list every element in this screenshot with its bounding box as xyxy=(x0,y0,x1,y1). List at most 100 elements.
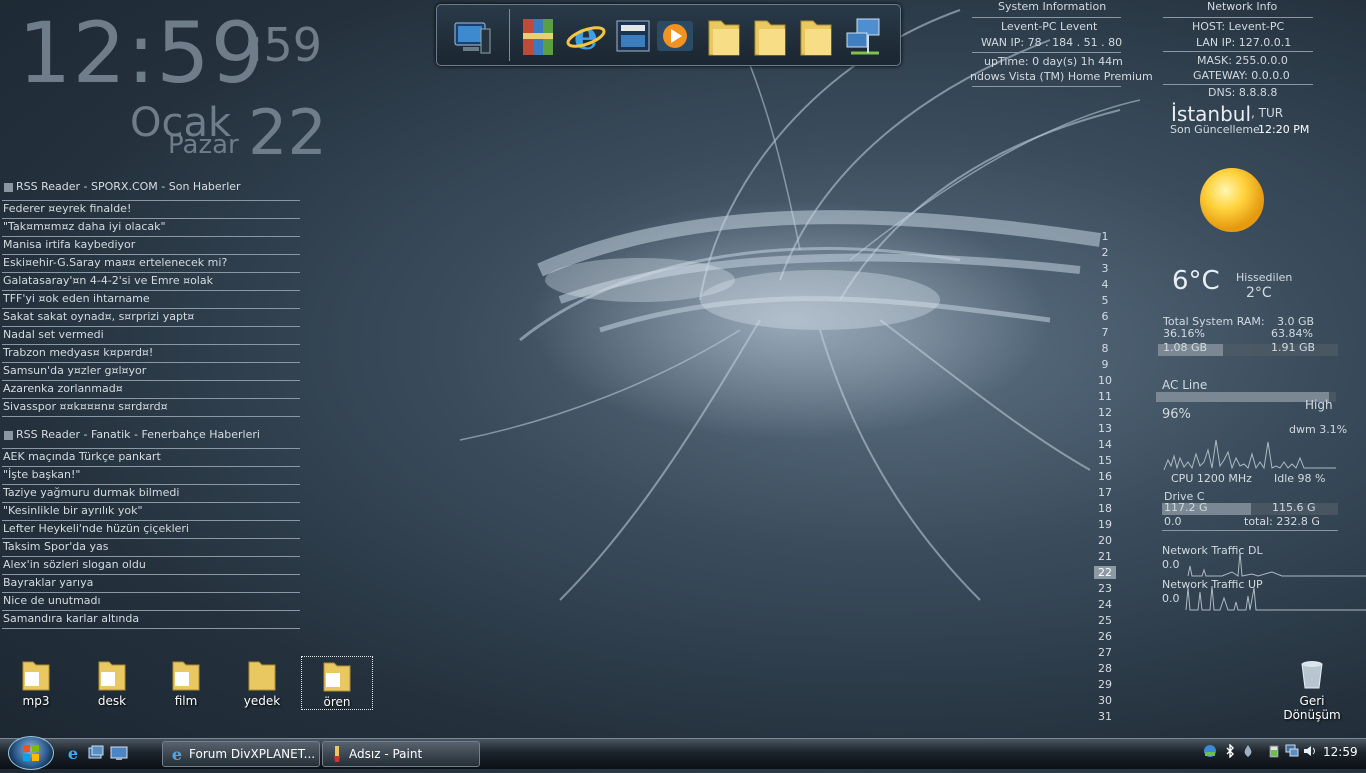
calendar-day[interactable]: 27 xyxy=(1094,646,1116,659)
desktop-icon-oren[interactable]: ören xyxy=(301,656,373,710)
calendar-day[interactable]: 14 xyxy=(1094,438,1116,451)
clock-time: 12:59 xyxy=(18,4,266,102)
rss-item[interactable]: Bayraklar yarıya xyxy=(2,575,300,593)
rss-title-text: RSS Reader - Fanatik - Fenerbahçe Haberl… xyxy=(16,428,260,441)
ram-free-percent: 63.84% xyxy=(1271,327,1313,340)
sun-icon xyxy=(1200,168,1264,232)
calendar-day[interactable]: 9 xyxy=(1094,358,1116,371)
divider xyxy=(1163,84,1313,85)
calendar-day[interactable]: 29 xyxy=(1094,678,1116,691)
desktop-icon-label: ören xyxy=(323,695,351,709)
start-button[interactable] xyxy=(8,736,54,770)
rss-item[interactable]: Taziye yağmuru durmak bilmedi xyxy=(2,485,300,503)
calendar-day[interactable]: 6 xyxy=(1094,310,1116,323)
power-icon[interactable] xyxy=(1267,744,1281,758)
calendar-day[interactable]: 21 xyxy=(1094,550,1116,563)
rss-item[interactable]: Galatasaray'¤n 4-4-2'si ve Emre ¤olak xyxy=(2,273,300,291)
calendar-day[interactable]: 10 xyxy=(1094,374,1116,387)
rss-item[interactable]: "Kesinlikle bir ayrılık yok" xyxy=(2,503,300,521)
drive-zero: 0.0 xyxy=(1164,515,1182,528)
network-connection-icon[interactable] xyxy=(1285,744,1299,758)
rss-item[interactable]: Samsun'da y¤zler g¤l¤yor xyxy=(2,363,300,381)
rss-item[interactable]: Nadal set vermedi xyxy=(2,327,300,345)
dock-separator xyxy=(509,9,510,61)
volume-icon[interactable] xyxy=(1303,744,1317,758)
divider xyxy=(972,17,1121,18)
calendar-day[interactable]: 3 xyxy=(1094,262,1116,275)
calendar-day[interactable]: 30 xyxy=(1094,694,1116,707)
internet-explorer-icon[interactable]: e xyxy=(565,13,607,59)
rss-icon xyxy=(4,182,13,192)
droplet-icon[interactable] xyxy=(1241,744,1255,758)
network-tray-icon[interactable] xyxy=(1203,744,1217,758)
calendar-day[interactable]: 8 xyxy=(1094,342,1116,355)
calendar-day[interactable]: 11 xyxy=(1094,390,1116,403)
calendar-day[interactable]: 23 xyxy=(1094,582,1116,595)
computer-icon[interactable] xyxy=(451,13,493,59)
calendar-day[interactable]: 1 xyxy=(1094,230,1116,243)
rss-item[interactable]: Nice de unutmadı xyxy=(2,593,300,611)
network-icon[interactable] xyxy=(843,13,885,59)
rss-item[interactable]: "Tak¤m¤m¤z daha iyi olacak" xyxy=(2,219,300,237)
calendar-day[interactable]: 5 xyxy=(1094,294,1116,307)
calendar-day[interactable]: 20 xyxy=(1094,534,1116,547)
calendar-day[interactable]: 4 xyxy=(1094,278,1116,291)
drive-used: 117.2 G xyxy=(1164,501,1208,514)
recycle-bin[interactable]: Geri Dönüşüm xyxy=(1276,656,1348,722)
folder-icon xyxy=(323,662,351,692)
internet-explorer-icon[interactable]: e xyxy=(64,744,82,762)
calendar-day[interactable]: 16 xyxy=(1094,470,1116,483)
calendar-day[interactable]: 24 xyxy=(1094,598,1116,611)
taskbar-button-paint[interactable]: Adsız - Paint xyxy=(322,741,480,767)
calendar-day[interactable]: 15 xyxy=(1094,454,1116,467)
rss-reader-fanatik: RSS Reader - Fanatik - Fenerbahçe Haberl… xyxy=(2,426,300,629)
rss-item[interactable]: Trabzon medyas¤ k¤p¤rd¤! xyxy=(2,345,300,363)
folder-icon[interactable] xyxy=(749,13,791,59)
winrar-icon[interactable] xyxy=(517,13,559,59)
folder-icon xyxy=(98,661,126,691)
calendar-day[interactable]: 28 xyxy=(1094,662,1116,675)
rss-item[interactable]: TFF'yi ¤ok eden ihtarname xyxy=(2,291,300,309)
rss-item[interactable]: Eski¤ehir-G.Saray ma¤¤ ertelenecek mi? xyxy=(2,255,300,273)
rss-item[interactable]: Samandıra karlar altında xyxy=(2,611,300,629)
calendar-day[interactable]: 19 xyxy=(1094,518,1116,531)
calendar-day[interactable]: 25 xyxy=(1094,614,1116,627)
calendar-day[interactable]: 7 xyxy=(1094,326,1116,339)
calendar-day[interactable]: 13 xyxy=(1094,422,1116,435)
desktop-icon-mp3[interactable]: mp3 xyxy=(0,656,72,710)
calendar-day[interactable]: 17 xyxy=(1094,486,1116,499)
calendar-day[interactable]: 12 xyxy=(1094,406,1116,419)
rss-item[interactable]: Sakat sakat oynad¤, s¤rprizi yapt¤ xyxy=(2,309,300,327)
rss-item[interactable]: Azarenka zorlanmad¤ xyxy=(2,381,300,399)
show-desktop-icon[interactable] xyxy=(110,745,128,761)
recycle-bin-icon xyxy=(1301,661,1323,689)
media-center-icon[interactable] xyxy=(613,13,655,59)
calendar-day[interactable]: 2 xyxy=(1094,246,1116,259)
power-label: AC Line xyxy=(1162,378,1208,392)
desktop-icon-label: desk xyxy=(97,694,127,708)
rss-item[interactable]: Federer ¤eyrek finalde! xyxy=(2,201,300,219)
desktop-icon-film[interactable]: film xyxy=(150,656,222,710)
rss-item[interactable]: Taksim Spor'da yas xyxy=(2,539,300,557)
sysinfo-uptime: upTime: 0 day(s) 1h 44m xyxy=(984,55,1123,68)
folder-icon[interactable] xyxy=(703,13,745,59)
calendar-day[interactable]: 22 xyxy=(1094,566,1116,579)
calendar-day[interactable]: 26 xyxy=(1094,630,1116,643)
calendar-day[interactable]: 31 xyxy=(1094,710,1116,723)
rss-item[interactable]: AEK maçında Türkçe pankart xyxy=(2,449,300,467)
calendar-day[interactable]: 18 xyxy=(1094,502,1116,515)
folder-icon[interactable] xyxy=(795,13,837,59)
rss-item[interactable]: Sivasspor ¤¤k¤¤¤n¤ s¤rd¤rd¤ xyxy=(2,399,300,417)
bluetooth-icon[interactable] xyxy=(1223,744,1237,758)
netinfo-dns: DNS: 8.8.8.8 xyxy=(1208,86,1278,99)
rss-item[interactable]: Manisa irtifa kaybediyor xyxy=(2,237,300,255)
rss-item[interactable]: Alex'in sözleri slogan oldu xyxy=(2,557,300,575)
clock-seconds: :59 xyxy=(248,18,323,72)
media-player-icon[interactable] xyxy=(655,13,697,59)
taskbar-clock[interactable]: 12:59 xyxy=(1323,745,1358,759)
rss-item[interactable]: Lefter Heykeli'nde hüzün çiçekleri xyxy=(2,521,300,539)
switch-windows-icon[interactable] xyxy=(88,745,104,761)
desktop-icon-yedek[interactable]: yedek xyxy=(226,656,298,710)
rss-item[interactable]: "İşte başkan!" xyxy=(2,467,300,485)
desktop-icon-desk[interactable]: desk xyxy=(76,656,148,710)
